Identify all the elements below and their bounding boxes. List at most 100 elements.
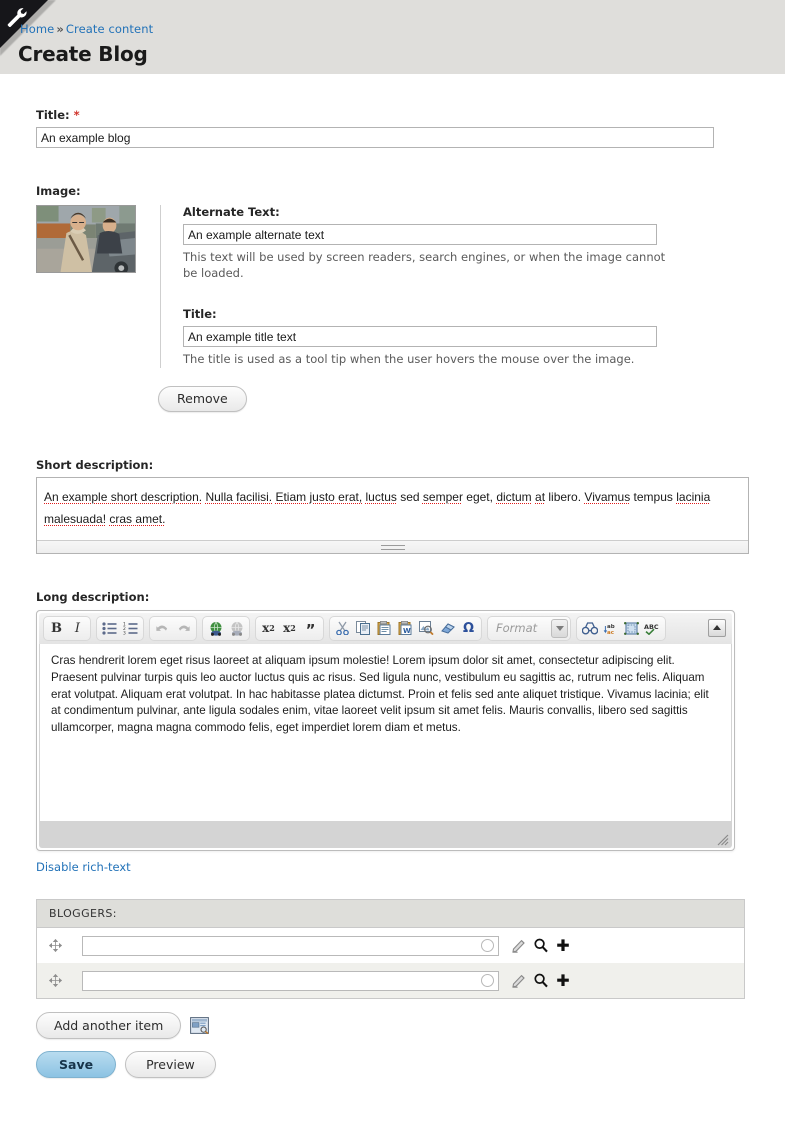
blogger-autocomplete-input[interactable] [82,970,499,991]
edit-pencil-icon[interactable] [511,938,527,953]
blogger-autocomplete-input[interactable] [82,935,499,956]
sd-word: semper [422,489,463,504]
image-row: Alternate Text: This text will be used b… [36,205,749,368]
add-plus-icon[interactable] [555,973,571,988]
image-title-help: The title is used as a tool tip when the… [183,352,635,367]
drag-handle-icon[interactable] [49,938,62,952]
bulleted-list-icon[interactable] [99,618,120,639]
field-title: Title: * [36,108,749,148]
drag-handle-icon[interactable] [49,973,62,987]
short-description-text[interactable]: An example short description. Nulla faci… [37,478,748,540]
italic-icon[interactable]: I [67,618,88,639]
sd-word: cras amet. [109,511,166,526]
short-description-textarea[interactable]: An example short description. Nulla faci… [36,476,749,554]
image-icon[interactable] [416,618,437,639]
paste-icon[interactable] [374,618,395,639]
field-image: Image: Alternate Text: An example altern… [36,184,749,412]
throbber-icon [481,973,494,987]
image-field-spacer [183,281,749,307]
cut-icon[interactable] [332,618,353,639]
title-input[interactable] [36,127,714,148]
undo-icon[interactable] [152,618,173,639]
wrench-icon[interactable] [5,5,27,27]
format-dropdown[interactable]: Format [487,615,571,641]
search-icon[interactable] [533,973,549,988]
spellcheck-icon[interactable]: ABC [642,618,663,639]
link-icon[interactable] [205,618,226,639]
short-description-label: Short description: [36,457,154,472]
editor-content-area[interactable]: Cras hendrerit lorem eget risus laoreet … [39,643,732,822]
title-label: Title: * [36,108,749,122]
field-bloggers: BLOGGERS: Add another item [36,898,749,1039]
bloggers-table: BLOGGERS: [36,898,745,999]
edit-pencil-icon[interactable] [511,973,527,988]
chevron-down-icon[interactable] [551,618,568,638]
bloggers-row-content [70,927,745,963]
blogger-row-icons [511,973,571,988]
svg-text:ac: ac [607,630,614,635]
redo-icon[interactable] [173,618,194,639]
drag-handle-cell[interactable] [37,963,71,999]
subscript-exponent: 2 [290,623,296,634]
svg-text:3: 3 [123,631,126,635]
replace-icon[interactable]: ab ac [600,618,621,639]
subscript-icon[interactable]: x2 [279,618,300,639]
thumbnail-graphic [37,206,135,272]
add-plus-icon[interactable] [555,938,571,953]
find-icon[interactable] [579,618,600,639]
alt-text-label: Alternate Text: [183,205,280,219]
save-button[interactable]: Save [36,1050,117,1078]
sd-word: Etiam justo erat, [275,489,363,504]
toolbar-group-tools: ab ac ABC [576,615,666,641]
table-row [37,927,745,963]
disable-rich-text-link[interactable]: Disable rich-text [36,860,131,874]
collapse-toolbar-button[interactable] [708,618,726,637]
editor-paragraph: Cras hendrerit lorem eget risus laoreet … [51,653,709,735]
bloggers-header-label: BLOGGERS: [49,906,117,920]
field-long-description: Long description: B I 1 2 3 x 2 x 2 ” W … [36,590,749,875]
editor-resize-grip-icon[interactable] [715,832,729,846]
drag-handle-cell[interactable] [37,927,71,963]
form-window-icon[interactable] [190,1017,210,1034]
blogger-input-wrap [82,970,499,991]
alt-text-input[interactable] [183,224,657,245]
image-title-label: Title: [183,307,217,322]
image-field-group: Alternate Text: This text will be used b… [160,205,749,368]
breadcrumb-link-create-content[interactable]: Create content [66,22,153,36]
preview-button[interactable]: Preview [125,1050,216,1078]
editor-statusbar [39,821,732,848]
blockquote-icon[interactable]: ” [300,618,321,639]
paste-from-word-icon[interactable]: W [395,618,416,639]
superscript-icon[interactable]: x2 [258,618,279,639]
main-form: Title: * Image: [0,108,785,1118]
svg-text:ABC: ABC [644,623,659,631]
toolbar-group-undo [149,615,197,641]
table-row [36,962,745,999]
maximize-icon[interactable] [621,618,642,639]
toolbar-group-lists: 1 2 3 [96,615,144,641]
sd-word: tempus [633,489,673,504]
remove-image-button[interactable]: Remove [158,385,247,412]
numbered-list-icon[interactable]: 1 2 3 [120,618,141,639]
image-title-input[interactable] [183,326,657,348]
blogger-input-wrap [82,935,499,956]
sd-word: An example short description. [44,489,203,504]
search-icon[interactable] [533,938,549,953]
title-required-marker: * [73,108,80,122]
special-character-icon[interactable]: Ω [458,618,479,639]
format-dropdown-label: Format [496,621,538,636]
breadcrumb-separator: » [56,22,64,36]
throbber-icon [481,938,494,952]
bold-icon[interactable]: B [46,618,67,639]
remove-format-icon[interactable] [437,618,458,639]
bloggers-row-content [70,963,745,999]
blogger-row-icons [511,938,571,953]
copy-icon[interactable] [353,618,374,639]
add-another-item-button[interactable]: Add another item [36,1011,182,1039]
toolbar-group-links [202,615,250,641]
image-thumbnail[interactable] [36,205,136,273]
unlink-icon[interactable] [226,618,247,639]
sd-word: libero. [548,489,582,504]
sd-word: luctus [365,489,397,504]
short-description-resize-grip[interactable] [37,539,748,553]
